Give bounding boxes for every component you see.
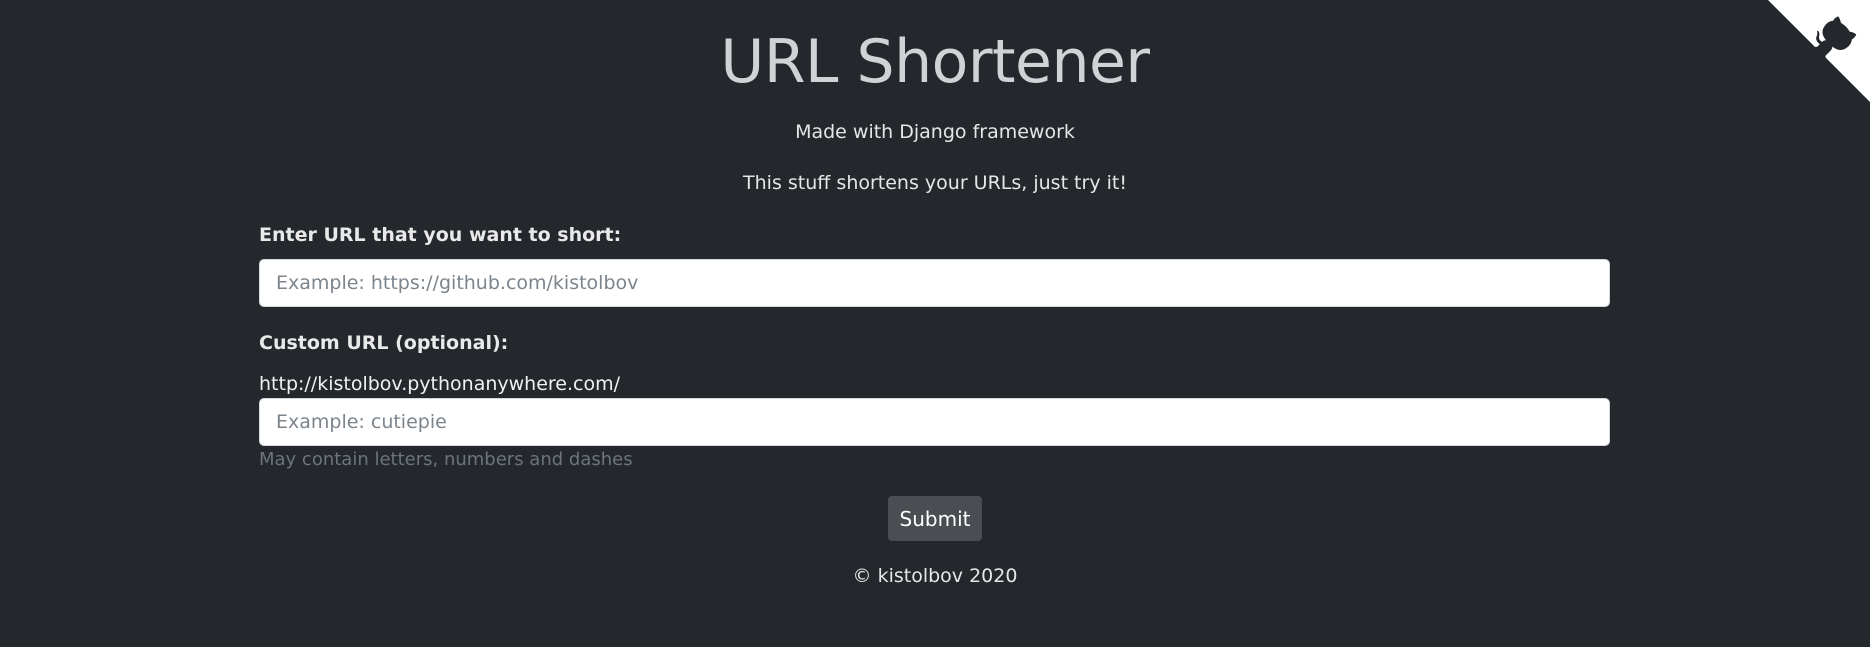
github-corner-link[interactable] — [1768, 0, 1870, 102]
made-with-text: Made with Django framework — [795, 121, 1075, 143]
footer-copyright: © kistolbov 2020 — [852, 565, 1018, 587]
tagline-text: This stuff shortens your URLs, just try … — [743, 172, 1127, 194]
custom-url-prefix: http://kistolbov.pythonanywhere.com/ — [259, 373, 620, 395]
submit-button[interactable]: Submit — [888, 496, 982, 541]
custom-url-label: Custom URL (optional): — [259, 332, 509, 354]
github-octocat-icon — [1768, 0, 1870, 102]
url-input[interactable] — [259, 259, 1610, 307]
url-field-label: Enter URL that you want to short: — [259, 224, 622, 246]
custom-url-input[interactable] — [259, 398, 1610, 446]
page-title: URL Shortener — [720, 27, 1150, 97]
custom-url-help-text: May contain letters, numbers and dashes — [259, 449, 633, 470]
